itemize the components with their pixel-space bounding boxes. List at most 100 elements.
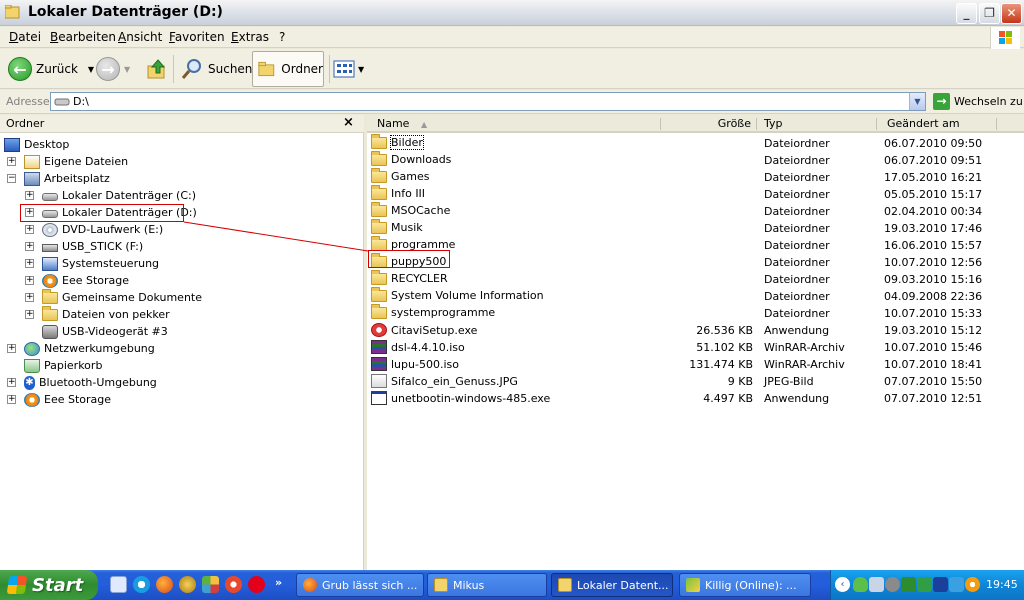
task-firefox[interactable]: Grub lässt sich ... xyxy=(296,573,424,597)
bluetooth-tray-icon[interactable] xyxy=(933,577,948,592)
tree-node[interactable]: USB-Videogerät #3 xyxy=(42,323,168,340)
back-button[interactable]: ← Zurück ▼ xyxy=(8,49,94,89)
tree-node-label: USB-Videogerät #3 xyxy=(62,325,168,338)
column-header-modified[interactable]: Geändert am xyxy=(877,115,997,133)
tree-node[interactable]: Arbeitsplatz xyxy=(24,170,110,187)
expand-icon[interactable]: + xyxy=(7,344,16,353)
expand-icon[interactable]: + xyxy=(25,225,34,234)
chevron-down-icon[interactable]: ▼ xyxy=(124,65,130,74)
file-row[interactable]: dsl-4.4.10.iso 51.102 KB WinRAR-Archiv 10.0… xyxy=(367,339,1024,356)
file-row[interactable]: MSOCache Dateiordner 02.04.2010 00:34 xyxy=(367,201,1024,220)
tree-node[interactable]: Netzwerkumgebung xyxy=(24,340,155,357)
tree-node[interactable]: Dateien von pekker xyxy=(42,305,170,323)
tree-node[interactable]: Eigene Dateien xyxy=(24,153,128,170)
folders-button[interactable]: Ordner xyxy=(252,51,324,87)
tree-node[interactable]: Eee Storage xyxy=(42,272,129,289)
file-row[interactable]: System Volume Information Dateiordner 04.0… xyxy=(367,286,1024,305)
file-row[interactable]: lupu-500.iso 131.474 KB WinRAR-Archiv 10.07… xyxy=(367,356,1024,373)
skype-icon[interactable] xyxy=(133,576,150,593)
menu-extras[interactable]: Extras xyxy=(231,30,269,44)
file-row[interactable]: Sifalco_ein_Genuss.JPG 9 KB JPEG-Bild 07.07… xyxy=(367,373,1024,390)
task-mikus[interactable]: Mikus xyxy=(427,573,547,597)
user-status-icon[interactable] xyxy=(853,577,868,592)
address-dropdown-button[interactable]: ▼ xyxy=(909,93,925,110)
tree-node[interactable]: Desktop xyxy=(4,136,69,153)
folder-icon xyxy=(371,218,387,234)
file-name-cell: lupu-500.iso xyxy=(371,357,459,371)
search-button[interactable]: Suchen xyxy=(180,49,252,89)
file-row[interactable]: Bilder Dateiordner 06.07.2010 09:50 xyxy=(367,133,1024,152)
expand-icon[interactable]: + xyxy=(25,259,34,268)
network-icon[interactable] xyxy=(869,577,884,592)
menu-datei[interactable]: Datei xyxy=(9,30,41,44)
vodafone-icon[interactable] xyxy=(248,576,265,593)
menu-ansicht[interactable]: Ansicht xyxy=(118,30,162,44)
start-button[interactable]: Start xyxy=(0,570,98,600)
tree-node[interactable]: Lokaler Datenträger (C:) xyxy=(42,187,196,204)
column-header-name[interactable]: Name ▲ xyxy=(367,115,661,133)
column-header-type[interactable]: Typ xyxy=(757,115,877,133)
menu-favoriten[interactable]: Favoriten xyxy=(169,30,225,44)
file-row[interactable]: Musik Dateiordner 19.03.2010 17:46 xyxy=(367,218,1024,237)
file-modified: 19.03.2010 15:12 xyxy=(884,324,983,337)
file-row[interactable]: Downloads Dateiordner 06.07.2010 09:51 xyxy=(367,150,1024,169)
expand-icon[interactable]: + xyxy=(7,395,16,404)
maximize-button[interactable]: ❐ xyxy=(979,3,1000,24)
file-row[interactable]: RECYCLER Dateiordner 09.03.2010 15:16 xyxy=(367,269,1024,288)
file-row[interactable]: programme Dateiordner 16.06.2010 15:57 xyxy=(367,235,1024,254)
tree-node[interactable]: Eee Storage xyxy=(24,391,111,408)
tray-collapse-icon[interactable]: ‹ xyxy=(835,577,850,592)
tree-node-label: Bluetooth-Umgebung xyxy=(39,376,157,389)
expand-icon[interactable]: + xyxy=(25,310,34,319)
speaker-icon[interactable] xyxy=(885,577,900,592)
control-panel-icon xyxy=(42,256,58,271)
gear-icon[interactable] xyxy=(202,576,219,593)
tree-node-label: Gemeinsame Dokumente xyxy=(62,291,202,304)
app-tray-icon[interactable] xyxy=(901,577,916,592)
quicklaunch-more-icon[interactable]: » xyxy=(275,576,282,589)
expand-icon[interactable]: + xyxy=(25,293,34,302)
firefox-icon[interactable] xyxy=(156,576,173,593)
views-button[interactable]: ▼ xyxy=(333,57,367,81)
expand-icon[interactable]: + xyxy=(25,242,34,251)
file-row[interactable]: Info III Dateiordner 05.05.2010 15:17 xyxy=(367,184,1024,203)
p-tray-icon[interactable] xyxy=(917,577,932,592)
file-row[interactable]: Games Dateiordner 17.05.2010 16:21 xyxy=(367,167,1024,186)
tree-node[interactable]: Gemeinsame Dokumente xyxy=(42,288,202,306)
expand-icon[interactable]: + xyxy=(25,276,34,285)
collapse-icon[interactable]: − xyxy=(7,174,16,183)
monitor-tray-icon[interactable] xyxy=(949,577,964,592)
file-row[interactable]: systemprogramme Dateiordner 10.07.2010 15:… xyxy=(367,303,1024,322)
folder-icon xyxy=(371,235,387,251)
tree-node[interactable]: ✱ Bluetooth-Umgebung xyxy=(24,374,157,391)
tree-node[interactable]: USB_STICK (F:) xyxy=(42,238,143,255)
address-input[interactable]: D:\ ▼ xyxy=(50,92,926,111)
task-explorer-active[interactable]: Lokaler Datent... xyxy=(551,573,673,597)
task-chat[interactable]: Killig (Online): ... xyxy=(679,573,811,597)
tree-node[interactable]: Papierkorb xyxy=(24,357,102,374)
file-row[interactable]: puppy500 Dateiordner 10.07.2010 12:56 xyxy=(367,252,1024,271)
menu-bearbeiten[interactable]: Bearbeiten xyxy=(50,30,116,44)
up-folder-button[interactable] xyxy=(146,49,168,89)
close-button[interactable]: ✕ xyxy=(1001,3,1022,24)
file-row[interactable]: unetbootin-windows-485.exe 4.497 KB Anwend… xyxy=(367,390,1024,407)
file-row[interactable]: CitaviSetup.exe 26.536 KB Anwendung 19.03.2… xyxy=(367,322,1024,339)
expand-icon[interactable]: + xyxy=(7,157,16,166)
forward-button[interactable]: → ▼ xyxy=(96,49,130,89)
media-icon[interactable] xyxy=(179,576,196,593)
expand-icon[interactable]: + xyxy=(7,378,16,387)
minimize-button[interactable]: _ xyxy=(956,3,977,24)
menu-help[interactable]: ? xyxy=(279,30,285,44)
title-bar[interactable]: Lokaler Datenträger (D:) _ ❐ ✕ xyxy=(0,0,1024,26)
tree-node[interactable]: Systemsteuerung xyxy=(42,255,159,272)
chrome-like-icon[interactable] xyxy=(225,576,242,593)
column-header-size[interactable]: Größe xyxy=(661,115,757,133)
close-icon[interactable]: × xyxy=(343,115,354,130)
show-desktop-icon[interactable] xyxy=(110,576,127,593)
setup-exe-icon xyxy=(371,323,387,337)
go-button[interactable]: → Wechseln zu xyxy=(933,93,1023,110)
eee-storage-tray-icon[interactable] xyxy=(965,577,980,592)
tree-node[interactable]: DVD-Laufwerk (E:) xyxy=(42,221,163,238)
expand-icon[interactable]: + xyxy=(25,191,34,200)
chevron-down-icon[interactable]: ▼ xyxy=(88,65,94,74)
